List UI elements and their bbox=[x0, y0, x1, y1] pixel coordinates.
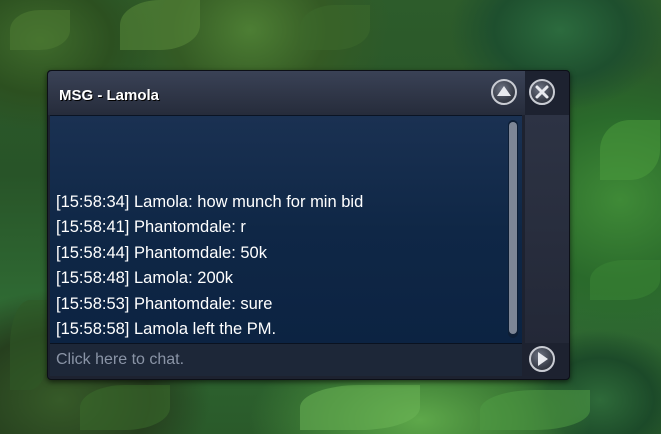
window-titlebar[interactable]: MSG - Lamola bbox=[48, 71, 525, 115]
message-log: [15:58:34] Lamola: how munch for min bid… bbox=[50, 115, 522, 344]
private-message-window[interactable]: MSG - Lamola [15:58:34] Lamola: how munc… bbox=[47, 70, 570, 380]
foliage-decoration bbox=[480, 390, 590, 430]
foliage-decoration bbox=[300, 5, 370, 50]
chat-message: [15:58:48] Lamola: 200k bbox=[56, 269, 234, 288]
chat-message: [15:58:34] Lamola: how munch for min bid bbox=[56, 193, 364, 211]
foliage-decoration bbox=[10, 300, 50, 390]
chat-message: [15:58:41] Phantomdale: r bbox=[56, 218, 246, 237]
close-icon bbox=[535, 85, 549, 99]
close-button[interactable] bbox=[529, 79, 555, 105]
chat-message: [15:58:58] Lamola left the PM. bbox=[56, 320, 277, 339]
chat-input[interactable]: Click here to chat. bbox=[50, 343, 522, 376]
arrow-up-icon bbox=[497, 86, 511, 96]
window-side-panel bbox=[525, 115, 569, 343]
chat-message: [15:58:53] Phantomdale: sure bbox=[56, 294, 273, 313]
chat-message: [15:58:44] Phantomdale: 50k bbox=[56, 243, 267, 262]
foliage-decoration bbox=[10, 10, 70, 50]
foliage-decoration bbox=[300, 385, 420, 430]
scrollbar-thumb[interactable] bbox=[509, 122, 517, 334]
message-list: [15:58:34] Lamola: how munch for min bid… bbox=[56, 190, 363, 342]
send-button[interactable] bbox=[529, 346, 555, 372]
foliage-decoration bbox=[80, 385, 170, 430]
arrow-right-icon bbox=[538, 352, 548, 366]
foliage-decoration bbox=[590, 260, 660, 300]
message-scrollbar[interactable] bbox=[508, 120, 518, 338]
scroll-up-button[interactable] bbox=[491, 79, 517, 105]
window-title: MSG - Lamola bbox=[59, 87, 160, 104]
foliage-decoration bbox=[120, 0, 200, 50]
foliage-decoration bbox=[600, 120, 660, 180]
